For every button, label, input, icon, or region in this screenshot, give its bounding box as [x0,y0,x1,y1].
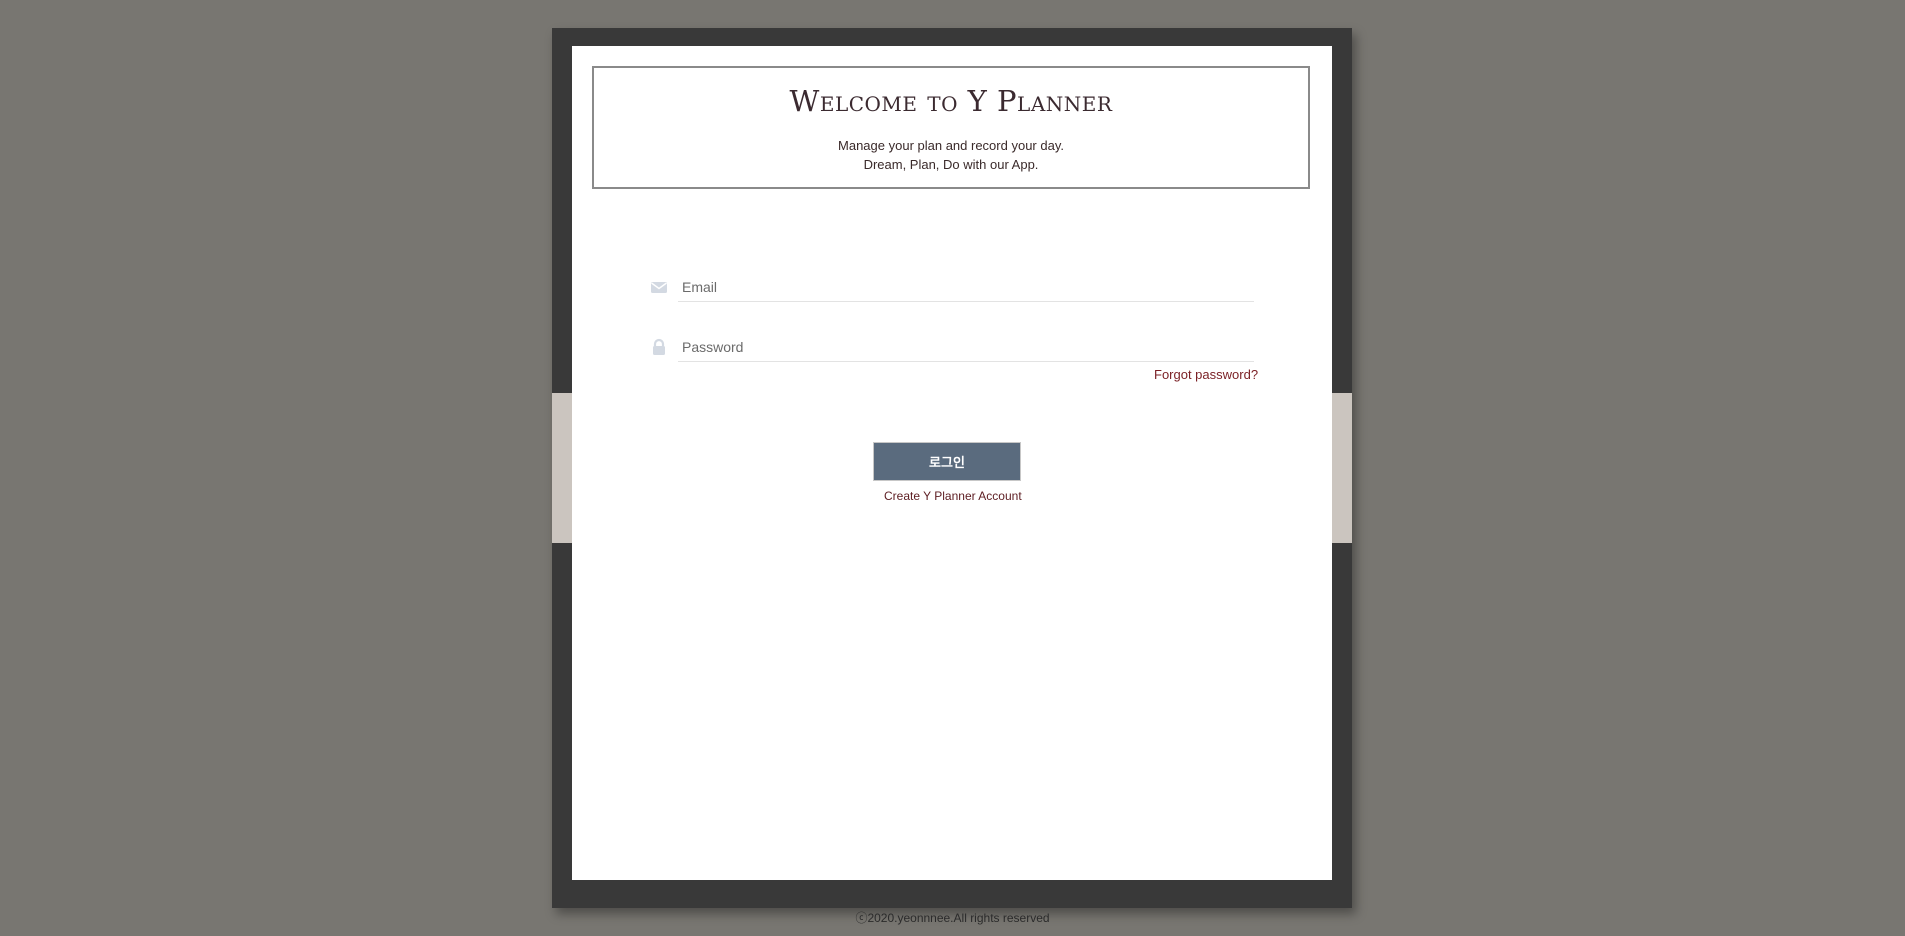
welcome-header: Welcome to Y Planner Manage your plan an… [592,66,1310,189]
create-account-link[interactable]: Create Y Planner Account [884,489,1022,503]
footer-copyright: ⓒ2020.yeonnnee.All rights reserved [855,911,1050,925]
subtitle-line-2: Dream, Plan, Do with our App. [863,157,1039,172]
forgot-password-link[interactable]: Forgot password? [1154,367,1258,382]
email-field-group [650,272,1254,304]
login-panel: Welcome to Y Planner Manage your plan an… [572,46,1332,880]
subtitle-line-1: Manage your plan and record your day. [838,138,1064,153]
password-field[interactable] [678,332,1254,362]
envelope-icon [650,278,668,296]
welcome-subtitle: Manage your plan and record your day. Dr… [594,136,1308,174]
login-button[interactable]: 로그인 [873,442,1021,481]
left-side-tab [552,393,572,543]
right-side-tab [1332,393,1352,543]
lock-icon [650,338,668,356]
password-field-group [650,332,1254,364]
email-field[interactable] [678,272,1254,302]
page-title: Welcome to Y Planner [789,84,1113,118]
